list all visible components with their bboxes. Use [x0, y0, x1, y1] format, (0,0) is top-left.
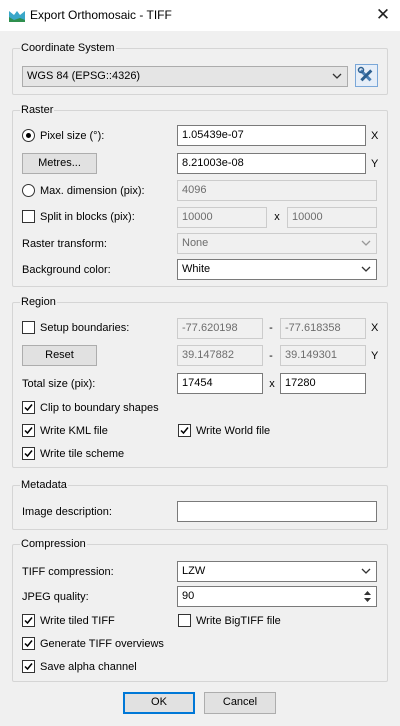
save-alpha-label: Save alpha channel [40, 661, 137, 673]
clip-boundary-label: Clip to boundary shapes [40, 402, 159, 414]
region-y-axis: Y [371, 350, 379, 362]
split-height-input[interactable]: 10000 [287, 207, 377, 228]
region-x-axis: X [371, 322, 379, 334]
jpeg-quality-value: 90 [182, 590, 195, 602]
pixel-size-x-axis: X [371, 130, 379, 142]
checkmark-icon [24, 640, 33, 648]
y-min-input[interactable]: 39.147882 [177, 345, 263, 366]
image-description-label: Image description: [22, 506, 112, 518]
chevron-down-icon [361, 240, 371, 246]
background-color-select[interactable]: White [177, 259, 377, 280]
total-size-separator: x [269, 378, 275, 390]
y-max-input[interactable]: 39.149301 [280, 345, 366, 366]
crs-settings-button[interactable] [355, 64, 378, 87]
pixel-size-x-input[interactable]: 1.05439e-07 [177, 125, 366, 146]
max-dimension-label: Max. dimension (pix): [40, 185, 145, 197]
write-tile-scheme-checkbox[interactable] [22, 447, 35, 460]
max-dimension-input[interactable]: 4096 [177, 180, 377, 201]
write-tiled-tiff-checkbox[interactable] [22, 614, 35, 627]
split-blocks-checkbox[interactable] [22, 210, 35, 223]
clip-boundary-checkbox[interactable] [22, 401, 35, 414]
compression-heading: Compression [20, 538, 87, 550]
checkmark-icon [24, 617, 33, 625]
checkmark-icon [24, 450, 33, 458]
write-kml-checkbox[interactable] [22, 424, 35, 437]
pixel-size-label: Pixel size (°): [40, 130, 105, 142]
checkmark-icon [24, 404, 33, 412]
pixel-size-y-input[interactable]: 8.21003e-08 [177, 153, 366, 174]
write-world-checkbox[interactable] [178, 424, 191, 437]
split-blocks-label: Split in blocks (pix): [40, 211, 135, 223]
write-bigtiff-label: Write BigTIFF file [196, 615, 281, 627]
x-max-input[interactable]: -77.618358 [280, 318, 366, 339]
coordinate-system-value: WGS 84 (EPSG::4326) [27, 70, 141, 82]
x-min-input[interactable]: -77.620198 [177, 318, 263, 339]
raster-transform-select[interactable]: None [177, 233, 377, 254]
setup-boundaries-label: Setup boundaries: [40, 322, 130, 334]
image-description-input[interactable] [177, 501, 377, 522]
jpeg-quality-spinbox[interactable]: 90 [177, 586, 377, 607]
x-range-dash: - [269, 322, 273, 334]
total-height-input[interactable]: 17280 [280, 373, 366, 394]
split-separator: x [274, 211, 280, 223]
jpeg-quality-label: JPEG quality: [22, 591, 89, 603]
raster-transform-label: Raster transform: [22, 238, 107, 250]
chevron-down-icon [361, 568, 371, 574]
background-color-label: Background color: [22, 264, 111, 276]
split-width-input[interactable]: 10000 [177, 207, 267, 228]
write-bigtiff-checkbox[interactable] [178, 614, 191, 627]
pixel-size-y-axis: Y [371, 158, 379, 170]
ok-button[interactable]: OK [123, 692, 195, 714]
generate-overviews-label: Generate TIFF overviews [40, 638, 164, 650]
save-alpha-checkbox[interactable] [22, 660, 35, 673]
setup-boundaries-checkbox[interactable] [22, 321, 35, 334]
close-icon[interactable]: ✕ [368, 3, 398, 27]
checkmark-icon [24, 427, 33, 435]
coordinate-system-select[interactable]: WGS 84 (EPSG::4326) [22, 66, 348, 87]
region-heading: Region [20, 296, 57, 308]
write-tiled-tiff-label: Write tiled TIFF [40, 615, 115, 627]
write-tile-scheme-label: Write tile scheme [40, 448, 125, 460]
raster-transform-value: None [182, 237, 209, 249]
checkmark-icon [180, 427, 189, 435]
tools-icon [357, 66, 373, 82]
checkmark-icon [24, 663, 33, 671]
metadata-heading: Metadata [20, 479, 68, 491]
spinner-arrows-icon[interactable] [362, 589, 373, 604]
total-size-label: Total size (pix): [22, 378, 96, 390]
tiff-compression-value: LZW [182, 565, 206, 577]
chevron-down-icon [332, 73, 342, 79]
y-range-dash: - [269, 350, 273, 362]
window-title: Export Orthomosaic - TIFF [30, 8, 172, 22]
app-logo-icon [9, 11, 25, 22]
chevron-down-icon [361, 266, 371, 272]
write-world-label: Write World file [196, 425, 271, 437]
coordinate-system-heading: Coordinate System [20, 42, 116, 54]
pixel-size-radio[interactable] [22, 129, 35, 142]
raster-heading: Raster [20, 104, 55, 116]
tiff-compression-select[interactable]: LZW [177, 561, 377, 582]
write-kml-label: Write KML file [40, 425, 108, 437]
tiff-compression-label: TIFF compression: [22, 566, 114, 578]
generate-overviews-checkbox[interactable] [22, 637, 35, 650]
total-width-input[interactable]: 17454 [177, 373, 263, 394]
metres-button[interactable]: Metres... [22, 153, 97, 174]
cancel-button[interactable]: Cancel [204, 692, 276, 714]
reset-button[interactable]: Reset [22, 345, 97, 366]
max-dimension-radio[interactable] [22, 184, 35, 197]
background-color-value: White [182, 263, 211, 275]
